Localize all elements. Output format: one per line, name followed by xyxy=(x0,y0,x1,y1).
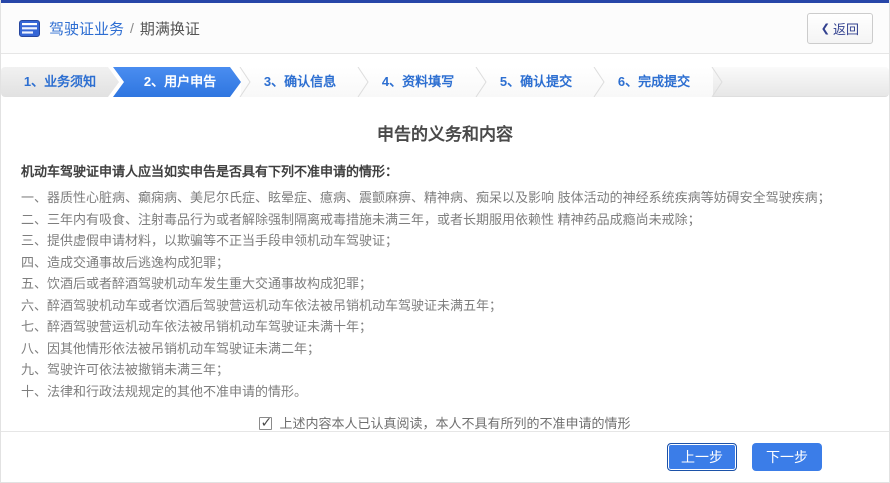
step-bar-tail xyxy=(713,67,889,97)
declaration-item: 三、提供虚假申请材料，以欺骗等不正当手段申领机动车驾驶证； xyxy=(21,230,875,252)
step-separator-icon xyxy=(239,67,251,108)
step-label: 1、业务须知 xyxy=(24,74,96,89)
step-4-fill-materials[interactable]: 4、资料填写 xyxy=(359,67,477,97)
step-separator-icon xyxy=(475,67,487,108)
step-label: 3、确认信息 xyxy=(264,74,336,89)
declaration-item: 五、饮酒后或者醉酒驾驶机动车发生重大交通事故构成犯罪； xyxy=(21,273,875,295)
step-separator-icon xyxy=(357,67,369,108)
step-3-confirm-info[interactable]: 3、确认信息 xyxy=(241,67,359,97)
next-step-button[interactable]: 下一步 xyxy=(752,443,822,471)
step-label: 6、完成提交 xyxy=(618,74,690,89)
step-separator-icon xyxy=(593,67,605,108)
back-chevron-icon: ❮ xyxy=(821,22,830,35)
back-button[interactable]: ❮ 返回 xyxy=(807,13,873,44)
step-label: 2、用户申告 xyxy=(144,74,216,89)
declaration-item: 六、醉酒驾驶机动车或者饮酒后驾驶营运机动车依法被吊销机动车驾驶证未满五年； xyxy=(21,295,875,317)
checkmark-icon: ✓ xyxy=(260,414,272,431)
step-5-confirm-submit[interactable]: 5、确认提交 xyxy=(477,67,595,97)
step-2-user-declaration[interactable]: 2、用户申告 xyxy=(113,67,241,97)
step-separator-icon xyxy=(711,67,723,102)
declaration-lead: 机动车驾驶证申请人应当如实申告是否具有下列不准申请的情形： xyxy=(1,162,889,182)
declaration-item: 一、器质性心脏病、癫痫病、美尼尔氏症、眩晕症、癔病、震颤麻痹、精神病、痴呆以及影… xyxy=(21,187,875,209)
declaration-item: 七、醉酒驾驶营运机动车依法被吊销机动车驾驶证未满十年； xyxy=(21,316,875,338)
header: 驾驶证业务 / 期满换证 ❮ 返回 xyxy=(1,3,889,54)
back-button-label: 返回 xyxy=(833,19,859,38)
step-progress-bar: 1、业务须知 2、用户申告 3、确认信息 4、资料填写 5、确认提交 xyxy=(1,67,889,97)
step-label: 4、资料填写 xyxy=(382,74,454,89)
declaration-item: 四、造成交通事故后逃逸构成犯罪； xyxy=(21,252,875,274)
page-title: 申告的义务和内容 xyxy=(1,120,889,145)
breadcrumb-section[interactable]: 驾驶证业务 xyxy=(49,18,124,39)
declaration-item: 八、因其他情形依法被吊销机动车驾驶证未满二年； xyxy=(21,338,875,360)
breadcrumb: 驾驶证业务 / 期满换证 xyxy=(19,18,200,39)
declaration-item: 九、驾驶许可依法被撤销未满三年； xyxy=(21,359,875,381)
declaration-list: 一、器质性心脏病、癫痫病、美尼尔氏症、眩晕症、癔病、震颤麻痹、精神病、痴呆以及影… xyxy=(1,187,889,402)
declaration-item: 十、法律和行政法规规定的其他不准申请的情形。 xyxy=(21,381,875,403)
breadcrumb-separator: / xyxy=(130,20,134,36)
license-business-icon xyxy=(19,20,40,37)
agreement-checkbox[interactable]: ✓ xyxy=(259,417,272,430)
declaration-content: 申告的义务和内容 机动车驾驶证申请人应当如实申告是否具有下列不准申请的情形： 一… xyxy=(1,120,889,432)
declaration-item: 二、三年内有吸食、注射毒品行为或者解除强制隔离戒毒措施未满三年，或者长期服用依赖… xyxy=(21,209,875,231)
step-6-complete-submit[interactable]: 6、完成提交 xyxy=(595,67,713,97)
agreement-row: ✓ 上述内容本人已认真阅读，本人不具有所列的不准申请的情形 xyxy=(1,413,889,432)
breadcrumb-current: 期满换证 xyxy=(140,18,200,39)
footer-actions: 上一步 下一步 xyxy=(1,431,889,482)
step-label: 5、确认提交 xyxy=(500,74,572,89)
page: 驾驶证业务 / 期满换证 ❮ 返回 1、业务须知 2、用户申告 3、确认信息 4… xyxy=(0,0,890,483)
step-1-business-notice[interactable]: 1、业务须知 xyxy=(1,67,119,97)
agreement-label: 上述内容本人已认真阅读，本人不具有所列的不准申请的情形 xyxy=(279,416,630,431)
previous-step-button[interactable]: 上一步 xyxy=(667,443,737,471)
